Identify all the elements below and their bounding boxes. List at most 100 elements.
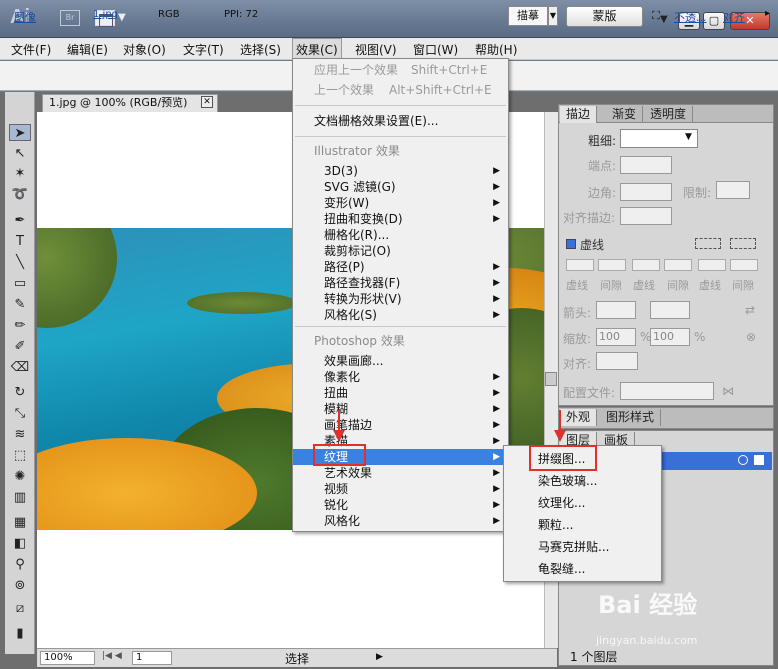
- corner-buttons[interactable]: [620, 183, 672, 201]
- arrowhead-start-select[interactable]: [596, 301, 636, 319]
- menu-item-crop-marks[interactable]: 裁剪标记(O): [293, 243, 508, 259]
- rotate-tool-icon[interactable]: ↻: [9, 384, 31, 401]
- submenu-item-mosaic-tiles[interactable]: 马赛克拼贴...: [504, 538, 661, 556]
- menu-item-raster-settings[interactable]: 文档栅格效果设置(E)...: [293, 113, 508, 129]
- dash-field[interactable]: [566, 259, 594, 271]
- gap-field[interactable]: [598, 259, 626, 271]
- chevron-down-icon[interactable]: ▼: [118, 12, 126, 23]
- magic-wand-tool-icon[interactable]: ✶: [9, 165, 31, 182]
- menu-item-svg-filters[interactable]: SVG 滤镜(G) ▶: [293, 179, 508, 195]
- symbol-sprayer-tool-icon[interactable]: ✺: [9, 468, 31, 485]
- paintbrush-tool-icon[interactable]: ✎: [9, 296, 31, 313]
- dashed-checkbox[interactable]: [566, 239, 576, 249]
- file-link[interactable]: 1.jpg: [93, 9, 118, 20]
- grid-icon[interactable]: ⛶: [652, 9, 660, 23]
- tab-appearance[interactable]: 外观: [560, 409, 598, 426]
- menu-item-convert-to-shape[interactable]: 转换为形状(V) ▶: [293, 291, 508, 307]
- limit-input[interactable]: [716, 181, 750, 199]
- tab-transparency[interactable]: 透明度: [644, 106, 694, 123]
- cap-buttons[interactable]: [620, 156, 672, 174]
- menu-item-artistic[interactable]: 艺术效果 ▶: [293, 465, 508, 481]
- document-tab[interactable]: 1.jpg @ 100% (RGB/预览): [42, 94, 218, 112]
- artboard-number[interactable]: 1: [132, 651, 172, 665]
- menu-select[interactable]: 选择(S): [237, 41, 284, 58]
- gap-field[interactable]: [664, 259, 692, 271]
- menu-object[interactable]: 对象(O): [120, 41, 169, 58]
- mesh-tool-icon[interactable]: ▦: [9, 514, 31, 531]
- live-trace-button[interactable]: 描摹: [508, 6, 548, 26]
- align-stroke-buttons[interactable]: [620, 207, 672, 225]
- panel-menu-icon[interactable]: ▸: [765, 8, 770, 19]
- menu-item-blur[interactable]: 模糊 ▶: [293, 401, 508, 417]
- menu-item-stylize-photoshop[interactable]: 风格化 ▶: [293, 513, 508, 529]
- menu-item-brush-strokes[interactable]: 画笔描边 ▶: [293, 417, 508, 433]
- status-mode[interactable]: 选择: [285, 650, 309, 667]
- menu-help[interactable]: 帮助(H): [472, 41, 520, 58]
- link-icon[interactable]: ⊗: [746, 330, 756, 344]
- menu-view[interactable]: 视图(V): [352, 41, 400, 58]
- menu-item-distort[interactable]: 扭曲 ▶: [293, 385, 508, 401]
- profile-select[interactable]: [620, 382, 714, 400]
- rectangle-tool-icon[interactable]: ▭: [9, 275, 31, 292]
- column-graph-tool-icon[interactable]: ▮: [9, 625, 31, 642]
- menu-item-pixelate[interactable]: 像素化 ▶: [293, 369, 508, 385]
- flip-icon[interactable]: ⋈: [722, 384, 734, 398]
- warp-tool-icon[interactable]: ≋: [9, 426, 31, 443]
- tab-gradient[interactable]: 渐变: [606, 106, 644, 123]
- graph-tool-icon[interactable]: ▥: [9, 489, 31, 506]
- lasso-tool-icon[interactable]: ➰: [9, 186, 31, 203]
- scale-tool-icon[interactable]: ⤡: [9, 405, 31, 422]
- menu-type[interactable]: 文字(T): [180, 41, 227, 58]
- workspace-dropdown-icon[interactable]: ▼: [660, 14, 668, 25]
- swap-arrows-icon[interactable]: ⇄: [745, 303, 755, 317]
- menu-edit[interactable]: 编辑(E): [64, 41, 111, 58]
- zoom-select[interactable]: 100%: [40, 651, 95, 665]
- menu-file[interactable]: 文件(F): [8, 41, 54, 58]
- menu-item-effect-gallery[interactable]: 效果画廊...: [293, 353, 508, 369]
- arrow-align-buttons[interactable]: [596, 352, 638, 370]
- free-transform-tool-icon[interactable]: ⬚: [9, 447, 31, 464]
- align-link[interactable]: 对齐: [723, 9, 745, 25]
- direct-selection-tool-icon[interactable]: ↖: [9, 145, 31, 162]
- menu-window[interactable]: 窗口(W): [410, 41, 461, 58]
- submenu-item-craquelure[interactable]: 龟裂缝...: [504, 560, 661, 578]
- chevron-down-icon[interactable]: ▼: [685, 132, 692, 142]
- menu-item-rasterize[interactable]: 栅格化(R)...: [293, 227, 508, 243]
- scale-start-input[interactable]: 100: [596, 328, 636, 346]
- eyedropper-tool-icon[interactable]: ⚲: [9, 556, 31, 573]
- bridge-button[interactable]: Br: [60, 10, 80, 26]
- menu-item-apply-last-effect[interactable]: 应用上一个效果 Shift+Ctrl+E: [293, 62, 508, 78]
- scale-end-input[interactable]: 100: [650, 328, 690, 346]
- close-icon[interactable]: ✕: [201, 96, 213, 108]
- opacity-link[interactable]: 不透...: [674, 9, 707, 25]
- image-link[interactable]: 图像: [14, 9, 36, 25]
- submenu-item-grain[interactable]: 颗粒...: [504, 516, 661, 534]
- layer-target-icon[interactable]: [738, 455, 748, 465]
- gap-field[interactable]: [730, 259, 758, 271]
- menu-item-pathfinder[interactable]: 路径查找器(F) ▶: [293, 275, 508, 291]
- tab-stroke[interactable]: 描边: [560, 106, 598, 123]
- layer-selection-icon[interactable]: [754, 455, 764, 465]
- menu-effect[interactable]: 效果(C): [292, 38, 342, 59]
- eraser-tool-icon[interactable]: ⌫: [9, 359, 31, 376]
- menu-item-path[interactable]: 路径(P) ▶: [293, 259, 508, 275]
- menu-item-3d[interactable]: 3D(3) ▶: [293, 163, 508, 179]
- submenu-item-texturizer[interactable]: 纹理化...: [504, 494, 661, 512]
- mask-button[interactable]: 蒙版: [566, 6, 643, 27]
- submenu-item-stained-glass[interactable]: 染色玻璃...: [504, 472, 661, 490]
- scrollbar-thumb[interactable]: [545, 372, 557, 386]
- dash-corner-icon[interactable]: [730, 238, 756, 249]
- trace-preset-dropdown[interactable]: ▼: [548, 6, 558, 26]
- slice-tool-icon[interactable]: ⧄: [9, 600, 31, 617]
- dash-field[interactable]: [698, 259, 726, 271]
- tab-graphic-styles[interactable]: 图形样式: [600, 409, 662, 426]
- selection-tool-icon[interactable]: ➤: [9, 124, 31, 141]
- menu-item-warp[interactable]: 变形(W) ▶: [293, 195, 508, 211]
- menu-item-video[interactable]: 视频 ▶: [293, 481, 508, 497]
- menu-item-stylize-illustrator[interactable]: 风格化(S) ▶: [293, 307, 508, 323]
- pencil-tool-icon[interactable]: ✏: [9, 317, 31, 334]
- menu-item-sharpen[interactable]: 锐化 ▶: [293, 497, 508, 513]
- blob-brush-tool-icon[interactable]: ✐: [9, 338, 31, 355]
- artboard-nav[interactable]: |◀ ◀: [102, 651, 122, 661]
- pen-tool-icon[interactable]: ✒: [9, 212, 31, 229]
